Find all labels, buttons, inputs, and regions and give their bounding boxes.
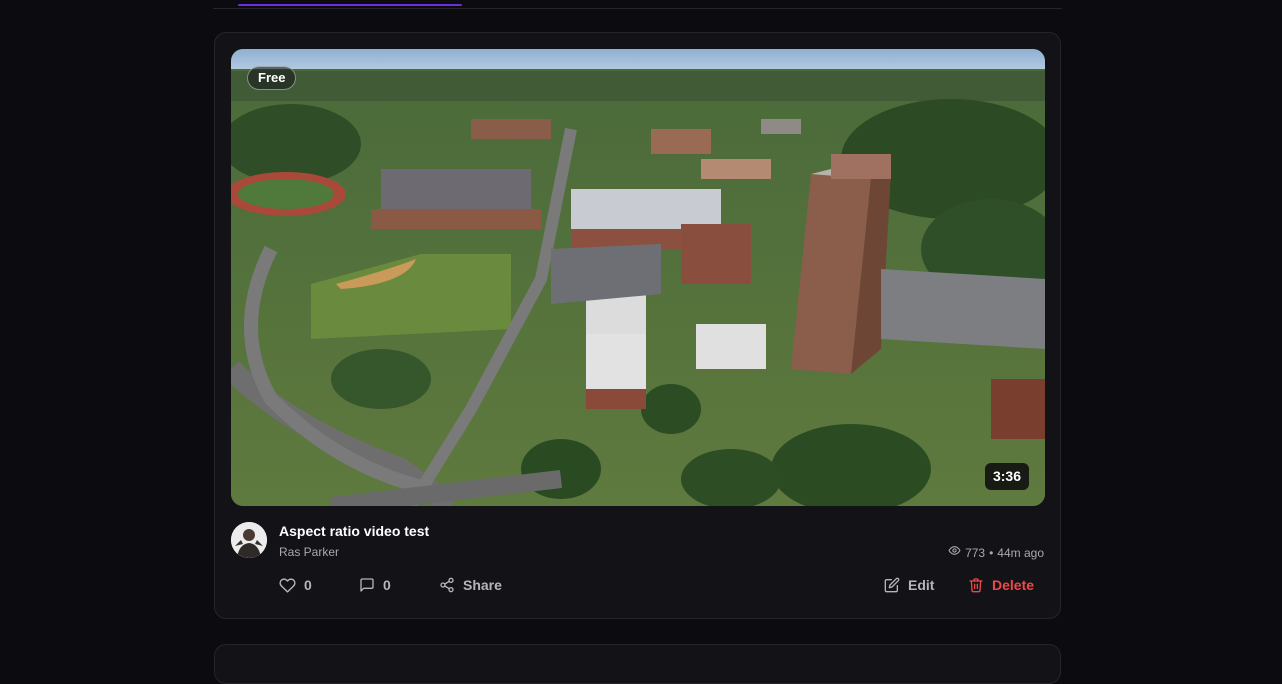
post-time: 44m ago bbox=[997, 545, 1044, 560]
edit-label: Edit bbox=[908, 577, 935, 593]
like-button[interactable]: 0 bbox=[279, 573, 312, 597]
active-tab-indicator bbox=[238, 4, 462, 6]
post-actions: 0 0 Share Edit Delete bbox=[215, 573, 1060, 597]
free-badge: Free bbox=[247, 66, 297, 90]
post-meta: 773 • 44m ago bbox=[948, 544, 1044, 561]
like-count: 0 bbox=[304, 577, 312, 593]
eye-icon bbox=[948, 544, 961, 561]
post-author[interactable]: Ras Parker bbox=[279, 544, 339, 560]
heart-icon bbox=[279, 577, 296, 594]
post-card: Free 3:36 Aspect ratio video test Ras Pa… bbox=[214, 32, 1061, 619]
trash-icon bbox=[968, 577, 984, 593]
view-count: 773 bbox=[965, 545, 986, 560]
share-label: Share bbox=[463, 577, 502, 593]
video-thumbnail bbox=[231, 49, 1045, 506]
comment-button[interactable]: 0 bbox=[359, 573, 391, 597]
share-icon bbox=[439, 577, 455, 593]
comment-icon bbox=[359, 577, 375, 593]
avatar[interactable] bbox=[231, 522, 267, 558]
post-title[interactable]: Aspect ratio video test bbox=[279, 522, 429, 540]
video-player[interactable]: Free 3:36 bbox=[231, 49, 1045, 506]
edit-button[interactable]: Edit bbox=[884, 573, 934, 597]
next-post-card bbox=[214, 644, 1061, 684]
feed-tab-bar bbox=[213, 0, 1062, 9]
share-button[interactable]: Share bbox=[439, 573, 502, 597]
comment-count: 0 bbox=[383, 577, 391, 593]
delete-label: Delete bbox=[992, 577, 1035, 593]
delete-button[interactable]: Delete bbox=[968, 573, 1034, 597]
meta-separator: • bbox=[989, 545, 994, 560]
edit-icon bbox=[884, 577, 900, 593]
video-duration: 3:36 bbox=[984, 463, 1029, 490]
